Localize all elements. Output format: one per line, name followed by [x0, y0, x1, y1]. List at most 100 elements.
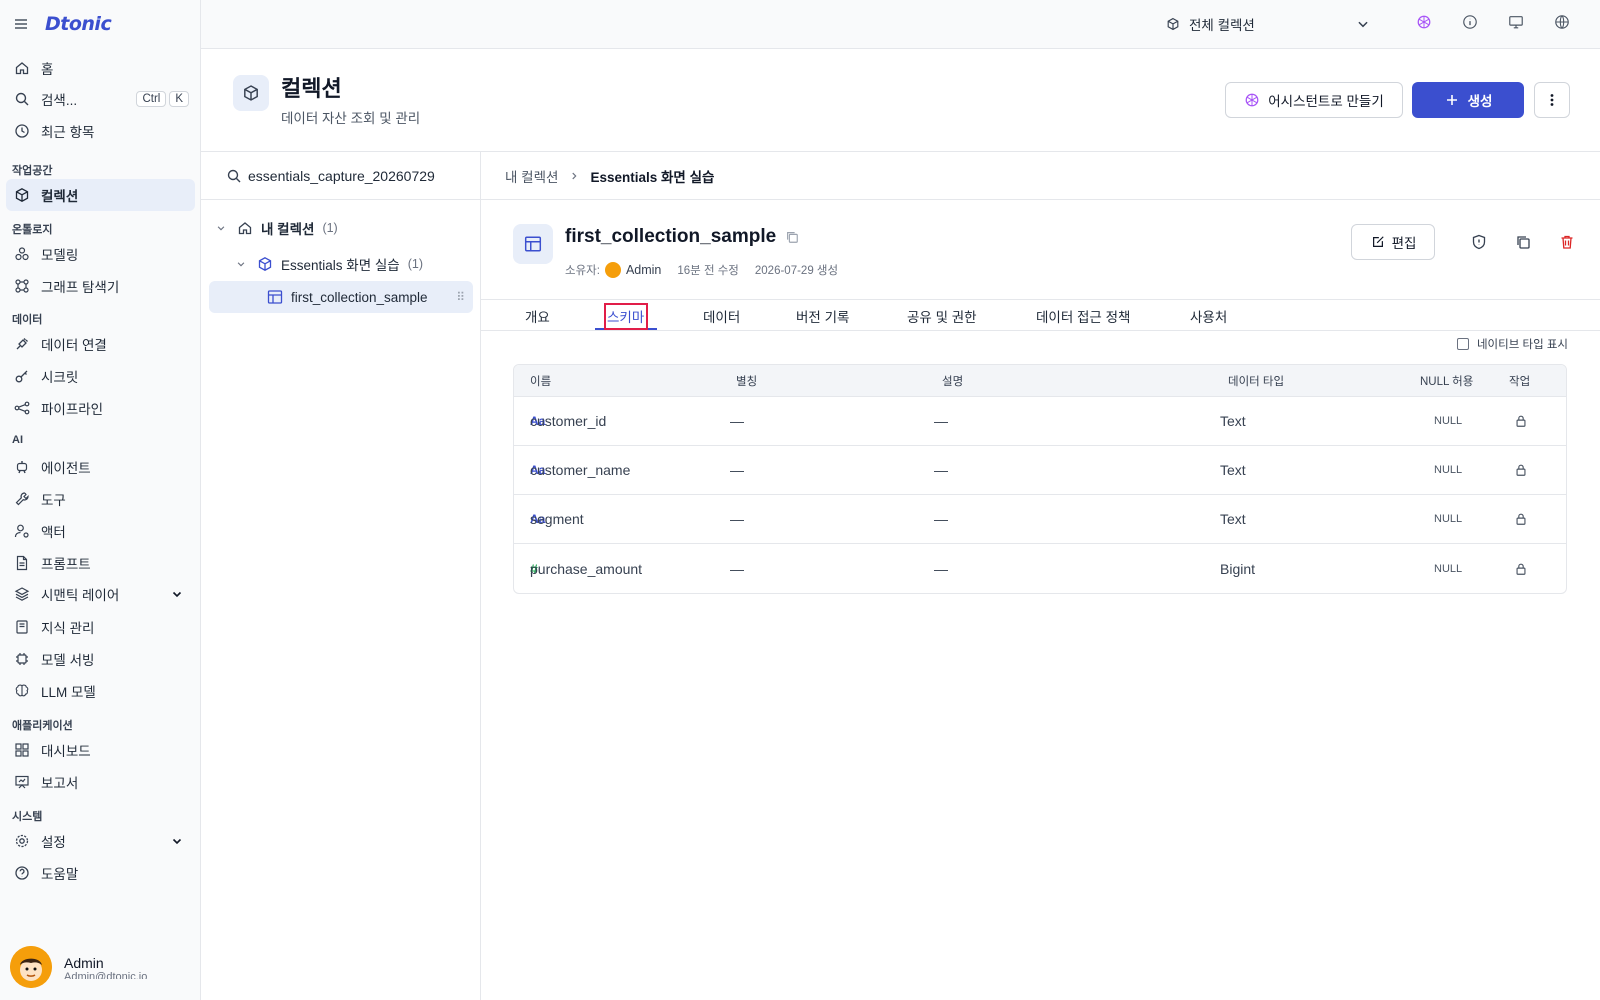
field-nullable: NULL	[1434, 415, 1463, 427]
chevron-down-icon[interactable]	[213, 220, 229, 236]
monitor-icon[interactable]	[1508, 14, 1524, 30]
breadcrumb-item[interactable]: 내 컬렉션	[505, 166, 558, 186]
sidebar-item-label: 설정	[41, 835, 66, 850]
object-title: first_collection_sample	[565, 226, 800, 248]
sidebar-item-label: 모델링	[41, 248, 79, 263]
home-icon	[14, 60, 30, 76]
sidebar-item-dashboard[interactable]: 대시보드	[6, 734, 195, 766]
chevron-down-icon[interactable]	[233, 256, 249, 272]
sidebar-item-pipeline[interactable]: 파이프라인	[6, 392, 195, 424]
sidebar-item-search[interactable]: 검색... Ctrl K	[6, 83, 195, 115]
sidebar-item-agent[interactable]: 에이전트	[6, 451, 195, 483]
sidebar-item-llm-model[interactable]: LLM 모델	[6, 675, 195, 707]
lock-icon[interactable]	[1514, 512, 1528, 526]
field-description: —	[934, 462, 948, 478]
col-actions: 작업	[1509, 375, 1531, 388]
table-row[interactable]: Aa customer_name — — Text NULL	[514, 446, 1566, 495]
duplicate-icon[interactable]	[1513, 232, 1533, 252]
presentation-icon	[14, 774, 30, 790]
brand-logo[interactable]: Dtonic	[45, 13, 112, 35]
document-icon	[14, 555, 30, 571]
copy-icon[interactable]	[784, 229, 800, 245]
native-type-checkbox[interactable]	[1456, 338, 1469, 350]
table-row[interactable]: Aa segment — — Text NULL	[514, 495, 1566, 544]
tree-search-input[interactable]: essentials_capture_20260729	[248, 168, 435, 184]
sidebar-item-graph-explorer[interactable]: 그래프 탐색기	[6, 270, 195, 302]
sidebar-item-knowledge[interactable]: 지식 관리	[6, 611, 195, 643]
ai-assistant-icon[interactable]	[1416, 14, 1432, 30]
edit-button[interactable]: 편집	[1351, 224, 1435, 260]
create-with-assistant-button[interactable]: 어시스턴트로 만들기	[1225, 82, 1403, 118]
sidebar-item-actor[interactable]: 액터	[6, 515, 195, 547]
tab-usage[interactable]: 사용처	[1190, 300, 1227, 331]
sidebar-item-label: 홈	[41, 62, 54, 77]
field-nullable: NULL	[1434, 464, 1463, 476]
sidebar-item-label: 파이프라인	[41, 402, 104, 417]
sidebar-item-home[interactable]: 홈	[6, 52, 195, 84]
sidebar-item-model-serving[interactable]: 모델 서빙	[6, 643, 195, 675]
sidebar-item-modeling[interactable]: 모델링	[6, 238, 195, 270]
chevron-down-icon[interactable]	[169, 833, 185, 849]
sidebar-item-report[interactable]: 보고서	[6, 766, 195, 798]
lock-icon[interactable]	[1514, 562, 1528, 576]
user-profile[interactable]: Admin Admin@dtonic.io	[10, 946, 147, 988]
table-row[interactable]: # purchase_amount — — Bigint NULL	[514, 544, 1566, 593]
tree-search[interactable]: essentials_capture_20260729	[201, 152, 480, 200]
table-row[interactable]: Aa customer_id — — Text NULL	[514, 397, 1566, 446]
tree-item-my-collections[interactable]: 내 컬렉션 (1)	[209, 212, 473, 244]
lock-icon[interactable]	[1514, 414, 1528, 428]
schema-header: 이름 별칭 설명 데이터 타입 NULL 허용 작업	[514, 365, 1566, 397]
tree-item-label: 내 컬렉션	[261, 222, 315, 237]
sidebar-item-help[interactable]: 도움말	[6, 857, 195, 889]
create-button[interactable]: 생성	[1412, 82, 1524, 118]
create-label: 생성	[1467, 94, 1493, 109]
layers-icon	[14, 586, 30, 602]
collection-scope-select[interactable]: 전체 컬렉션	[1165, 12, 1371, 36]
field-name-text: customer_id	[530, 413, 607, 429]
more-options-button[interactable]	[1534, 82, 1570, 118]
lock-icon[interactable]	[1514, 463, 1528, 477]
gear-icon	[14, 833, 30, 849]
table-icon	[513, 224, 553, 264]
sidebar-item-prompt[interactable]: 프롬프트	[6, 547, 195, 579]
wrench-icon	[14, 491, 30, 507]
edit-label: 편집	[1391, 236, 1417, 251]
tab-data[interactable]: 데이터	[703, 300, 740, 331]
sidebar-item-label: 모델 서빙	[41, 653, 95, 668]
menu-icon[interactable]	[13, 16, 29, 32]
object-title-text: first_collection_sample	[565, 226, 777, 247]
sidebar-item-recent[interactable]: 최근 항목	[6, 115, 195, 147]
tree-item-first-collection-sample[interactable]: first_collection_sample ⠿	[209, 281, 473, 313]
sidebar-item-data-connection[interactable]: 데이터 연결	[6, 328, 195, 360]
more-vertical-icon	[1544, 92, 1560, 108]
sidebar-item-label: 컬렉션	[41, 189, 79, 204]
tab-access-policy[interactable]: 데이터 접근 정책	[1036, 300, 1130, 331]
shield-icon[interactable]	[1469, 232, 1489, 252]
tree-item-essentials[interactable]: Essentials 화면 실습 (1)	[209, 248, 473, 280]
field-name-text: segment	[530, 511, 584, 527]
user-name: Admin	[64, 955, 104, 971]
chevron-right-icon	[566, 168, 582, 184]
cube-icon	[1165, 16, 1181, 32]
trash-icon[interactable]	[1557, 232, 1577, 252]
sidebar-item-tool[interactable]: 도구	[6, 483, 195, 515]
sidebar-item-settings[interactable]: 설정	[6, 825, 195, 857]
section-ontology: 온톨로지	[12, 224, 53, 236]
sidebar-item-semantic-layer[interactable]: 시맨틱 레이어	[6, 578, 195, 610]
collection-scope-label: 전체 컬렉션	[1189, 18, 1255, 33]
tab-sharing[interactable]: 공유 및 권한	[907, 300, 977, 331]
tab-version-history[interactable]: 버전 기록	[796, 300, 849, 331]
sidebar-item-label: 도구	[41, 493, 66, 508]
tab-overview[interactable]: 개요	[525, 300, 550, 331]
info-icon[interactable]	[1462, 14, 1478, 30]
native-type-toggle[interactable]: 네이티브 타입 표시	[1456, 336, 1568, 352]
chevron-down-icon[interactable]	[169, 586, 185, 602]
page-title: 컬렉션	[281, 76, 342, 101]
native-type-label: 네이티브 타입 표시	[1476, 339, 1568, 351]
globe-icon[interactable]	[1554, 14, 1570, 30]
modified-time: 16분 전 수정	[677, 265, 739, 277]
field-description: —	[934, 413, 948, 429]
sidebar-item-secret[interactable]: 시크릿	[6, 360, 195, 392]
drag-handle-icon[interactable]: ⠿	[456, 290, 465, 304]
sidebar-item-collection[interactable]: 컬렉션	[6, 179, 195, 211]
